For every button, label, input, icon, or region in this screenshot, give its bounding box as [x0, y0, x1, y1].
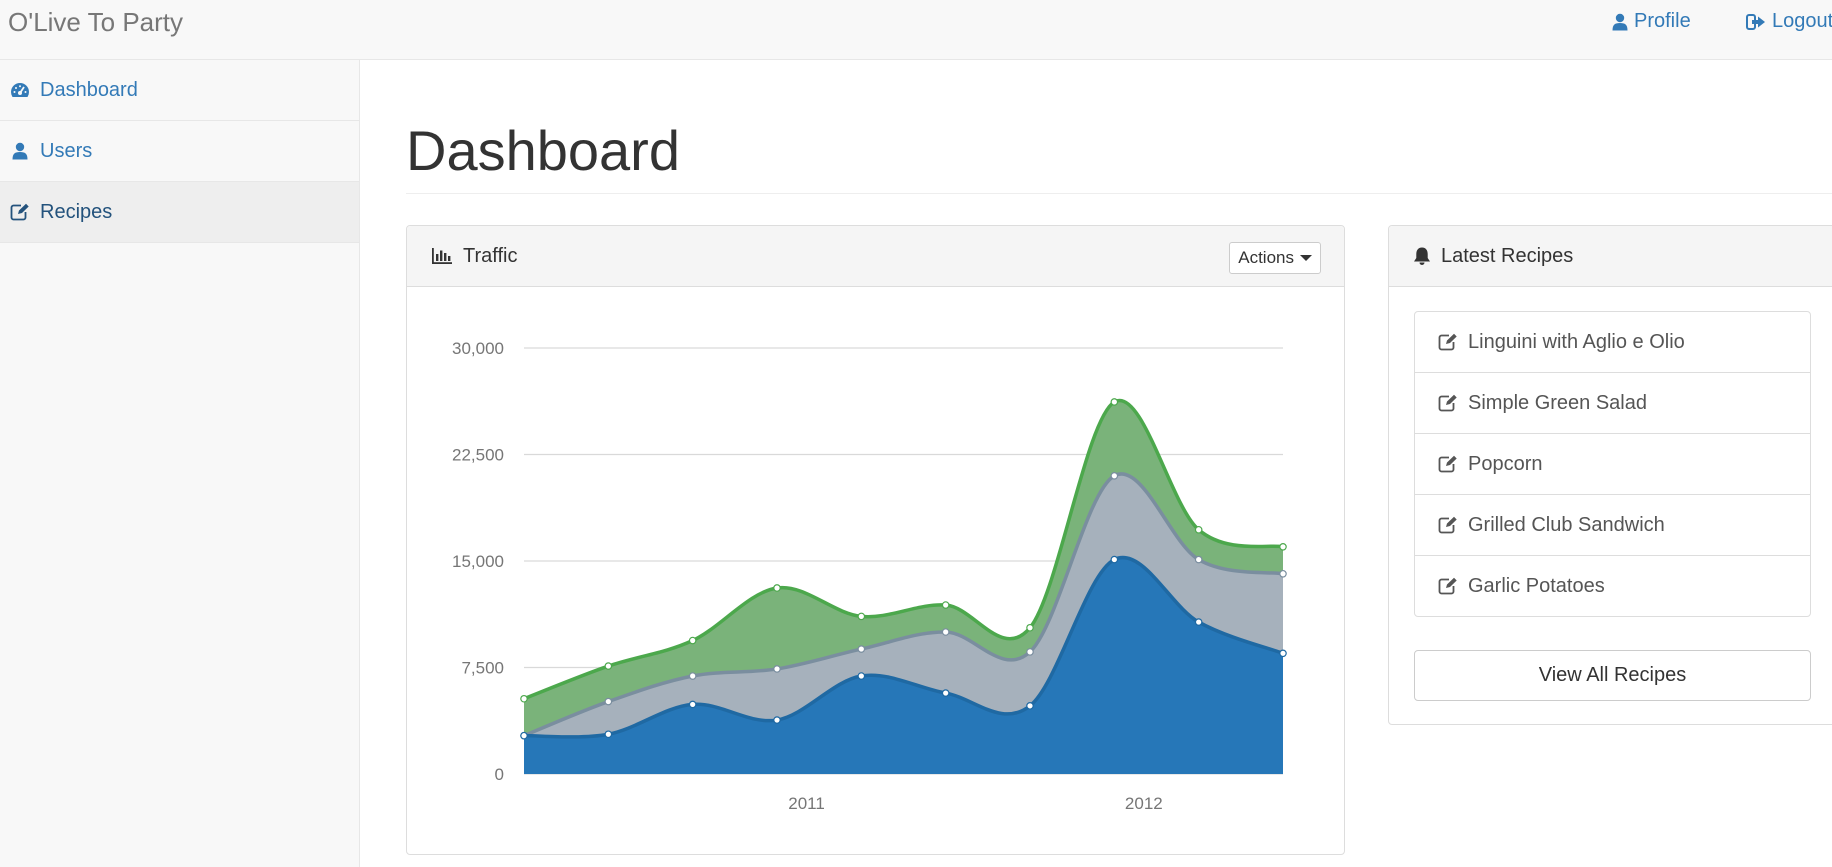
data-point: [1279, 649, 1287, 658]
data-point: [773, 584, 781, 592]
recipe-name: Simple Green Salad: [1468, 391, 1647, 414]
sidebar-item-label: Users: [40, 139, 93, 162]
edit-icon: [1438, 394, 1457, 412]
edit-icon: [1438, 333, 1457, 351]
page-title: Dashboard: [406, 119, 680, 182]
recipe-name: Grilled Club Sandwich: [1468, 513, 1665, 536]
data-point: [1110, 472, 1119, 480]
y-tick-label: 30,000: [452, 339, 504, 358]
data-point: [520, 694, 528, 703]
latest-recipes-heading: Latest Recipes: [1389, 226, 1832, 287]
view-all-recipes-button[interactable]: View All Recipes: [1414, 650, 1811, 701]
latest-recipes-panel: Latest Recipes Linguini with Aglio e Oli…: [1388, 225, 1832, 725]
data-point: [520, 731, 528, 740]
bar-chart-icon: [432, 248, 452, 264]
data-point: [857, 645, 866, 653]
data-point: [1026, 623, 1034, 632]
profile-link[interactable]: Profile: [1612, 10, 1691, 33]
y-tick-label: 0: [495, 765, 504, 784]
data-point: [1194, 618, 1203, 626]
user-icon: [1612, 13, 1628, 30]
sidebar-item-dashboard[interactable]: Dashboard: [0, 60, 359, 121]
recipe-list: Linguini with Aglio e Olio Simple Green …: [1414, 311, 1811, 617]
edit-icon: [1438, 577, 1457, 595]
bell-icon: [1414, 247, 1430, 265]
recipe-name: Linguini with Aglio e Olio: [1468, 330, 1685, 353]
traffic-panel-title: Traffic: [463, 244, 518, 267]
y-tick-label: 15,000: [452, 552, 504, 571]
y-tick-label: 22,500: [452, 446, 504, 465]
caret-down-icon: [1300, 255, 1312, 261]
data-point: [1110, 398, 1119, 406]
user-icon: [12, 142, 28, 160]
sidebar-item-users[interactable]: Users: [0, 121, 359, 182]
list-item[interactable]: Linguini with Aglio e Olio: [1414, 311, 1811, 373]
sign-out-icon: [1746, 13, 1765, 30]
list-item[interactable]: Simple Green Salad: [1414, 372, 1811, 434]
list-item[interactable]: Popcorn: [1414, 433, 1811, 495]
data-point: [688, 700, 697, 709]
data-point: [941, 628, 950, 636]
sidebar-item-label: Dashboard: [40, 78, 138, 101]
data-point: [604, 662, 613, 670]
data-point: [1279, 542, 1287, 551]
top-navbar: O'Live To Party Profile Logout: [0, 0, 1832, 60]
data-point: [941, 601, 950, 609]
recipe-name: Popcorn: [1468, 452, 1543, 475]
data-point: [688, 636, 697, 645]
actions-label: Actions: [1238, 248, 1294, 267]
header-divider: [406, 193, 1832, 194]
data-point: [857, 612, 866, 621]
data-point: [604, 697, 613, 706]
x-tick-label: 2011: [788, 794, 825, 813]
data-point: [688, 672, 697, 680]
profile-label: Profile: [1634, 10, 1691, 32]
data-point: [773, 665, 781, 673]
traffic-panel-heading: Traffic Actions: [407, 226, 1344, 287]
data-point: [1110, 555, 1119, 564]
data-point: [1279, 569, 1287, 578]
traffic-panel: Traffic Actions 0 7,500 15,000 22,500 30,000…: [406, 225, 1345, 855]
data-point: [941, 689, 950, 697]
traffic-area-chart: 0 7,500 15,000 22,500 30,000 2011 2012: [452, 339, 1287, 813]
data-point: [773, 716, 781, 724]
latest-recipes-title: Latest Recipes: [1441, 244, 1574, 267]
brand-title[interactable]: O'Live To Party: [8, 7, 183, 38]
list-item[interactable]: Garlic Potatoes: [1414, 555, 1811, 617]
list-item[interactable]: Grilled Club Sandwich: [1414, 494, 1811, 556]
data-point: [857, 672, 866, 680]
traffic-chart: 0 7,500 15,000 22,500 30,000 2011 2012: [407, 287, 1344, 854]
x-tick-label: 2012: [1125, 794, 1163, 813]
edit-icon: [1438, 516, 1457, 534]
actions-dropdown-button[interactable]: Actions: [1229, 242, 1321, 274]
edit-icon: [10, 203, 29, 221]
logout-label: Logout: [1772, 10, 1832, 32]
sidebar: Dashboard Users Recipes: [0, 60, 360, 867]
dashboard-icon: [10, 83, 30, 97]
data-point: [1026, 702, 1034, 710]
y-tick-label: 7,500: [461, 659, 504, 678]
edit-icon: [1438, 455, 1457, 473]
data-point: [604, 730, 613, 739]
data-point: [1026, 648, 1034, 656]
recipe-name: Garlic Potatoes: [1468, 574, 1605, 597]
sidebar-item-label: Recipes: [40, 200, 113, 223]
logout-link[interactable]: Logout: [1746, 10, 1832, 33]
data-point: [1194, 555, 1203, 564]
sidebar-item-recipes[interactable]: Recipes: [0, 182, 359, 243]
data-point: [1194, 525, 1203, 534]
